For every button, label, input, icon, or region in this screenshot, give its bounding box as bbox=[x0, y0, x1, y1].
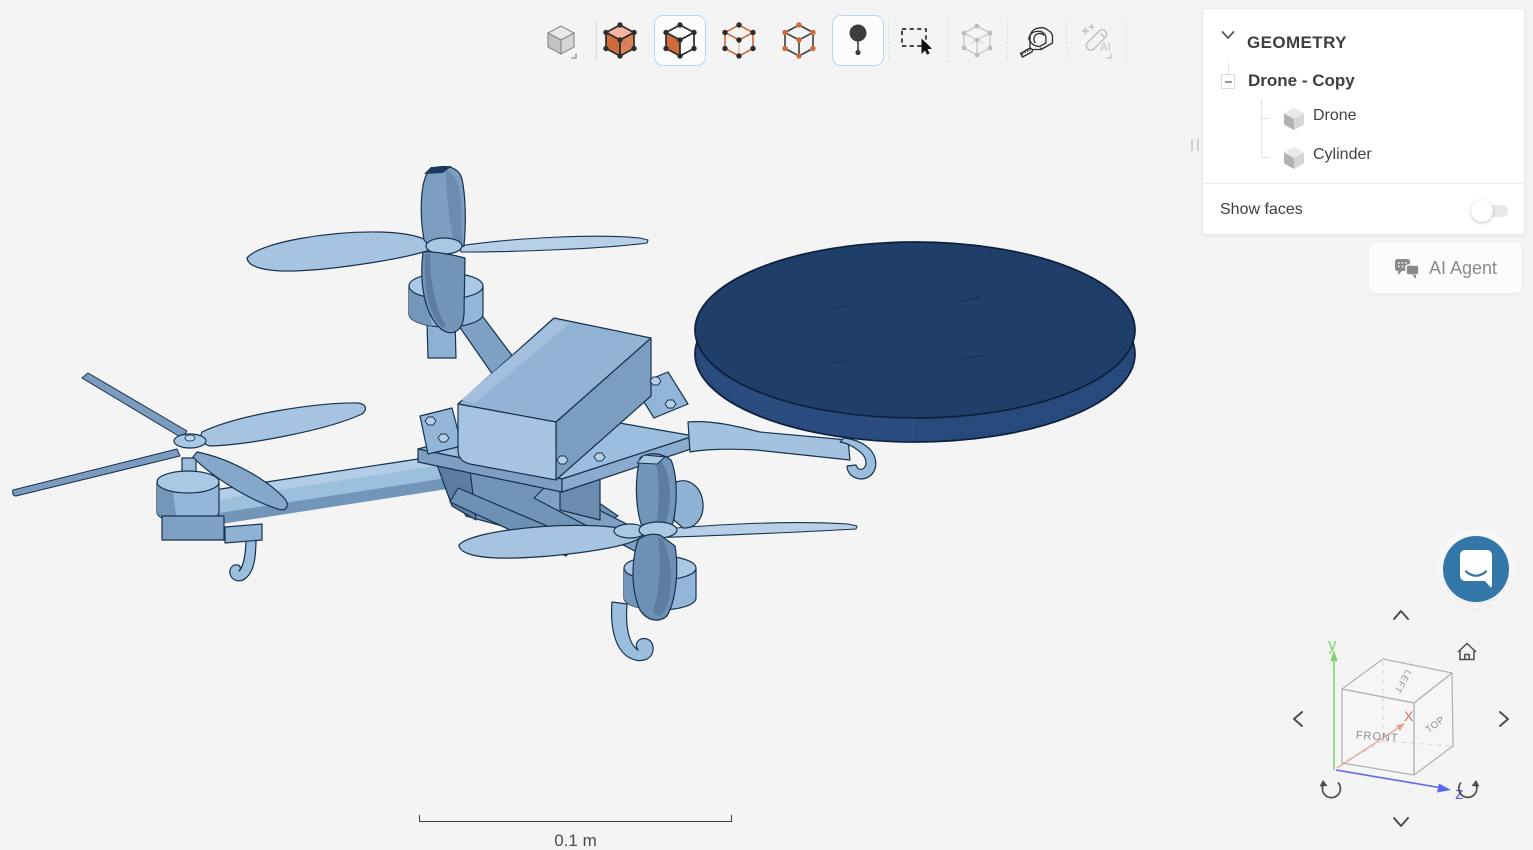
svg-text:AI: AI bbox=[1100, 42, 1111, 54]
